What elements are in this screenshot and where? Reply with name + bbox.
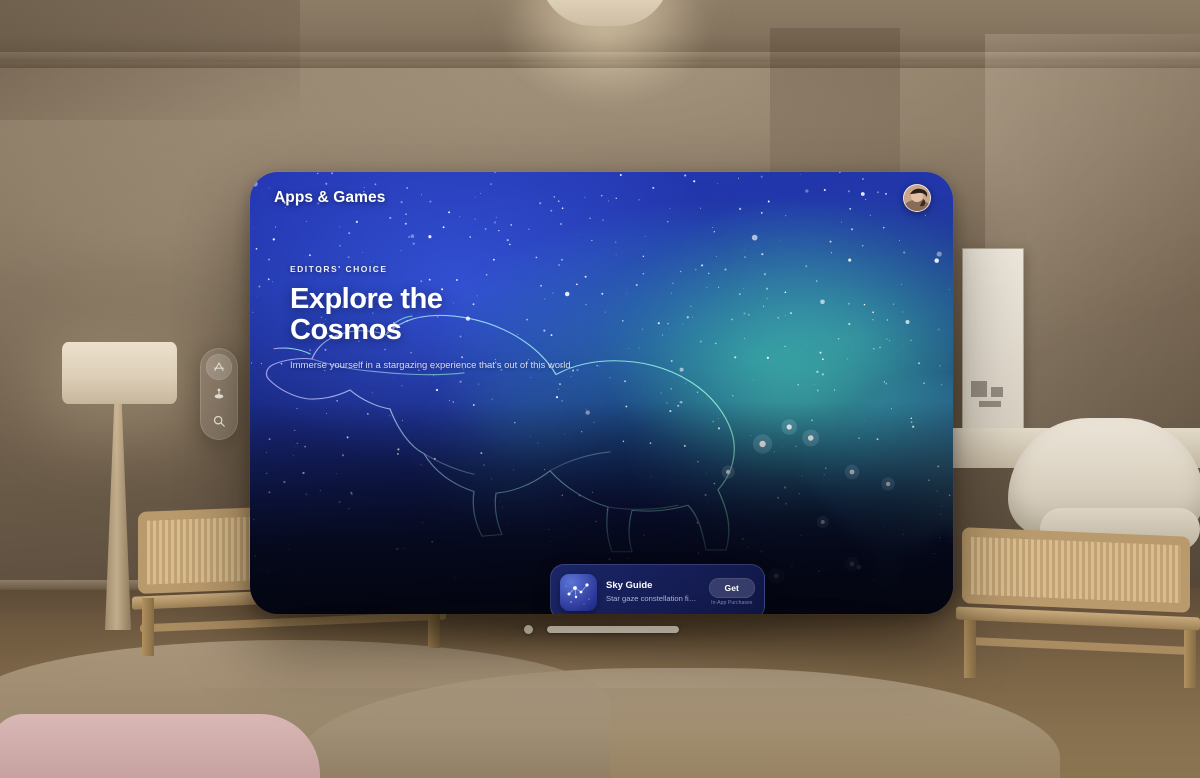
app-store-icon <box>212 360 226 374</box>
cane-bench-leg <box>1184 630 1196 688</box>
apps-and-games-window[interactable]: Apps & Games EDITORS' CHOICE Explore the… <box>250 172 953 614</box>
window-header: Apps & Games <box>250 172 953 224</box>
sidebar-item-app-store[interactable] <box>206 354 232 380</box>
close-window-dot[interactable] <box>524 624 533 634</box>
ceiling-bulkhead-shadow <box>0 0 300 120</box>
featured-app-card[interactable]: Sky Guide Star gaze constellation finder… <box>550 564 765 614</box>
hero-copy: EDITORS' CHOICE Explore the Cosmos Immer… <box>290 264 600 373</box>
headline-line-1: Explore the <box>290 283 443 315</box>
arcade-joystick-icon <box>212 387 226 401</box>
get-button-group: Get In-App Purchases <box>708 578 755 606</box>
floating-app-sidebar[interactable] <box>200 348 238 440</box>
hero-headline: Explore the Cosmos <box>290 284 600 345</box>
constellation-icon <box>560 573 597 611</box>
hero-eyebrow: EDITORS' CHOICE <box>290 264 388 274</box>
get-button[interactable]: Get <box>708 578 755 598</box>
hero-subcopy: Immerse yourself in a stargazing experie… <box>290 360 574 372</box>
user-profile-avatar[interactable] <box>903 184 931 212</box>
window-chrome-bar[interactable] <box>250 620 953 638</box>
cane-bench-backrest <box>962 527 1190 613</box>
cane-bench-right <box>956 527 1200 688</box>
featured-app-text: Sky Guide Star gaze constellation finder <box>606 580 700 603</box>
cane-bench-leg <box>964 620 976 678</box>
window-grabber-bar[interactable] <box>547 625 679 633</box>
featured-app-tagline: Star gaze constellation finder <box>606 593 700 603</box>
page-title: Apps & Games <box>274 189 386 206</box>
featured-app-name: Sky Guide <box>606 580 653 592</box>
framed-artwork <box>962 248 1024 430</box>
pink-sofa <box>0 714 320 778</box>
sidebar-item-arcade[interactable] <box>206 381 232 407</box>
search-icon <box>212 414 226 428</box>
constellation-glyph <box>565 582 590 604</box>
cane-bench-rail <box>964 636 1196 656</box>
floor-lamp-shade <box>62 342 177 404</box>
sidebar-item-search[interactable] <box>206 408 232 434</box>
in-app-purchases-label: In-App Purchases <box>711 600 753 606</box>
headline-line-2: Cosmos <box>290 313 402 346</box>
avatar-photo <box>904 185 930 211</box>
cane-bench-leg <box>142 598 154 656</box>
